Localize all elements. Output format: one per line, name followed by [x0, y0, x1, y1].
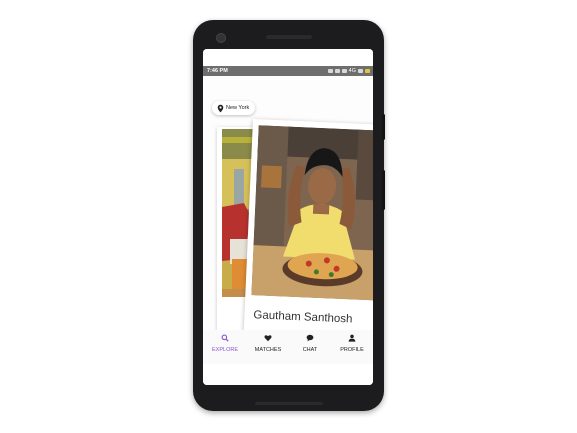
bottom-speaker: [255, 402, 323, 405]
notification-icon: [327, 69, 333, 73]
profile-card[interactable]: Gautham Santhosh: [242, 119, 373, 365]
chat-bubble-icon: [306, 334, 314, 342]
location-chip[interactable]: New York: [212, 101, 255, 115]
nav-explore[interactable]: EXPLORE: [205, 334, 245, 353]
volume-button: [382, 170, 385, 210]
alarm-icon: [334, 69, 340, 73]
nav-matches-label: MATCHES: [254, 347, 282, 353]
search-icon: [221, 334, 229, 342]
nav-chat-label: CHAT: [302, 347, 318, 353]
location-label: New York: [226, 105, 250, 111]
screen-bottom-area: [203, 364, 373, 385]
profile-photo: [251, 125, 373, 301]
nav-explore-label: EXPLORE: [212, 347, 238, 353]
nav-profile-label: PROFILE: [340, 347, 364, 353]
status-time: 7:46 PM: [207, 68, 228, 74]
location-pin-icon: [217, 104, 224, 112]
nav-chat[interactable]: CHAT: [290, 334, 330, 353]
front-camera: [216, 33, 226, 43]
power-button: [382, 114, 385, 140]
phone-frame: 7:46 PM 4G New York Gautham Santhosh EXP…: [193, 20, 385, 411]
heart-icon: [264, 335, 272, 342]
wifi-icon: [358, 69, 363, 73]
status-icons: 4G: [327, 66, 370, 76]
person-icon: [348, 334, 356, 342]
earpiece-speaker: [266, 35, 312, 39]
signal-icon: [341, 69, 347, 73]
profile-name: Gautham Santhosh: [253, 309, 353, 326]
network-type: 4G: [348, 68, 356, 74]
nav-matches[interactable]: MATCHES: [248, 334, 288, 353]
phone-screen: 7:46 PM 4G New York Gautham Santhosh EXP…: [203, 49, 373, 385]
battery-icon: [365, 69, 370, 73]
status-bar: 7:46 PM 4G: [203, 66, 373, 76]
bottom-navigation: EXPLORE MATCHES CHAT PROFILE: [203, 330, 373, 364]
nav-profile[interactable]: PROFILE: [332, 334, 372, 353]
screen-top-area: [203, 49, 373, 66]
